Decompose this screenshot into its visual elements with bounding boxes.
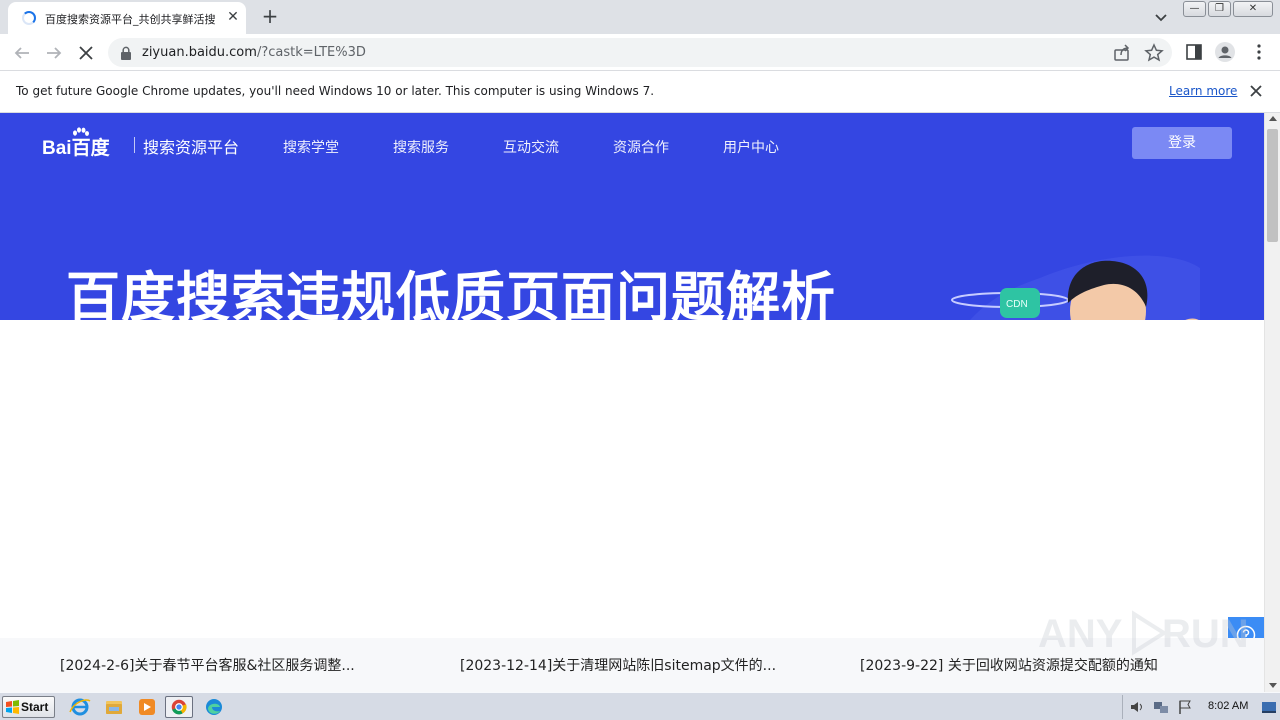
chrome-icon[interactable]	[165, 696, 193, 718]
update-infobar: To get future Google Chrome updates, you…	[0, 71, 1280, 113]
system-tray	[1122, 695, 1278, 719]
infobar-message: To get future Google Chrome updates, you…	[16, 84, 655, 98]
address-bar[interactable]: ziyuan.baidu.com/?castk=LTE%3D	[108, 38, 1172, 67]
start-label: Start	[21, 700, 49, 714]
share-icon[interactable]	[1111, 42, 1133, 64]
windows-logo-icon	[6, 700, 19, 714]
media-player-icon[interactable]	[133, 696, 161, 718]
nav-item-user-center[interactable]: 用户中心	[723, 137, 779, 157]
svg-text:CDN: CDN	[1006, 299, 1028, 310]
hero-banner: Bai百度 搜索资源平台 搜索学堂 搜索服务 互动交流 资源合作 用户中心 登录…	[0, 113, 1264, 320]
lock-icon[interactable]	[120, 46, 132, 60]
stop-loading-icon[interactable]	[73, 40, 99, 66]
hero-illustration: CDN	[951, 255, 1200, 320]
nav-item-search-services[interactable]: 搜索服务	[393, 137, 449, 157]
new-tab-button[interactable]: +	[258, 5, 282, 29]
bookmark-star-icon[interactable]	[1143, 42, 1165, 64]
url-path: /?castk=LTE%3D	[256, 45, 366, 60]
side-panel-icon[interactable]	[1183, 41, 1205, 63]
action-center-flag-icon[interactable]	[1177, 699, 1193, 715]
start-button[interactable]: Start	[2, 696, 55, 718]
scrollbar-thumb[interactable]	[1267, 129, 1278, 242]
network-icon[interactable]	[1153, 699, 1169, 715]
login-button[interactable]: 登录	[1132, 127, 1232, 159]
tab-search-chevron-icon[interactable]	[1150, 6, 1172, 28]
tab-title: 百度搜索资源平台_共创共享鲜活搜	[45, 13, 216, 26]
scroll-up-arrow-icon[interactable]	[1269, 116, 1277, 121]
tab-close-button[interactable]: ✕	[224, 8, 242, 26]
ie-icon[interactable]	[66, 696, 94, 718]
hero-headline: 百度搜索违规低质页面问题解析	[66, 266, 836, 320]
browser-tab[interactable]: 百度搜索资源平台_共创共享鲜活搜 ✕	[8, 2, 246, 34]
profile-avatar-icon[interactable]	[1214, 41, 1236, 63]
explorer-icon[interactable]	[100, 696, 128, 718]
forward-arrow-icon[interactable]	[41, 40, 67, 66]
window-close-button[interactable]: ✕	[1233, 1, 1273, 17]
learn-more-link[interactable]: Learn more	[1169, 84, 1237, 98]
edge-icon[interactable]	[200, 696, 228, 718]
restore-button[interactable]: ❐	[1208, 1, 1231, 17]
scroll-down-arrow-icon[interactable]	[1269, 683, 1277, 688]
logo-text: Bai百度	[42, 138, 110, 159]
browser-toolbar: ziyuan.baidu.com/?castk=LTE%3D	[0, 34, 1280, 71]
nav-item-search-school[interactable]: 搜索学堂	[283, 137, 339, 157]
loading-spinner-icon	[22, 11, 36, 25]
nav-item-interaction[interactable]: 互动交流	[503, 137, 559, 157]
chrome-menu-icon[interactable]	[1248, 41, 1270, 63]
back-arrow-icon[interactable]	[9, 40, 35, 66]
show-desktop-icon[interactable]	[1261, 699, 1277, 715]
url-text: ziyuan.baidu.com/?castk=LTE%3D	[142, 45, 366, 60]
volume-icon[interactable]	[1129, 699, 1145, 715]
infobar-close-icon[interactable]	[1247, 82, 1265, 100]
announcement-link[interactable]: [2023-12-14]关于清理网站陈旧sitemap文件的...	[460, 655, 776, 675]
tab-strip: 百度搜索资源平台_共创共享鲜活搜 ✕ + — ❐ ✕	[0, 0, 1280, 34]
windows-taskbar: Start 8:02 AM	[0, 692, 1280, 720]
watermark-text-left: ANY	[1038, 612, 1123, 656]
page-scrollbar[interactable]	[1264, 113, 1280, 692]
platform-name: 搜索资源平台	[143, 138, 240, 157]
url-host: ziyuan.baidu.com	[142, 45, 257, 60]
announcement-link[interactable]: [2024-2-6]关于春节平台客服&社区服务调整...	[60, 655, 355, 675]
anyrun-watermark: ANY RUN	[1038, 606, 1249, 664]
minimize-button[interactable]: —	[1183, 1, 1206, 17]
taskbar-clock[interactable]: 8:02 AM	[1208, 700, 1248, 712]
logo-divider	[134, 137, 135, 153]
nav-item-resource-cooperation[interactable]: 资源合作	[613, 137, 669, 157]
watermark-text-right: RUN	[1162, 612, 1249, 656]
